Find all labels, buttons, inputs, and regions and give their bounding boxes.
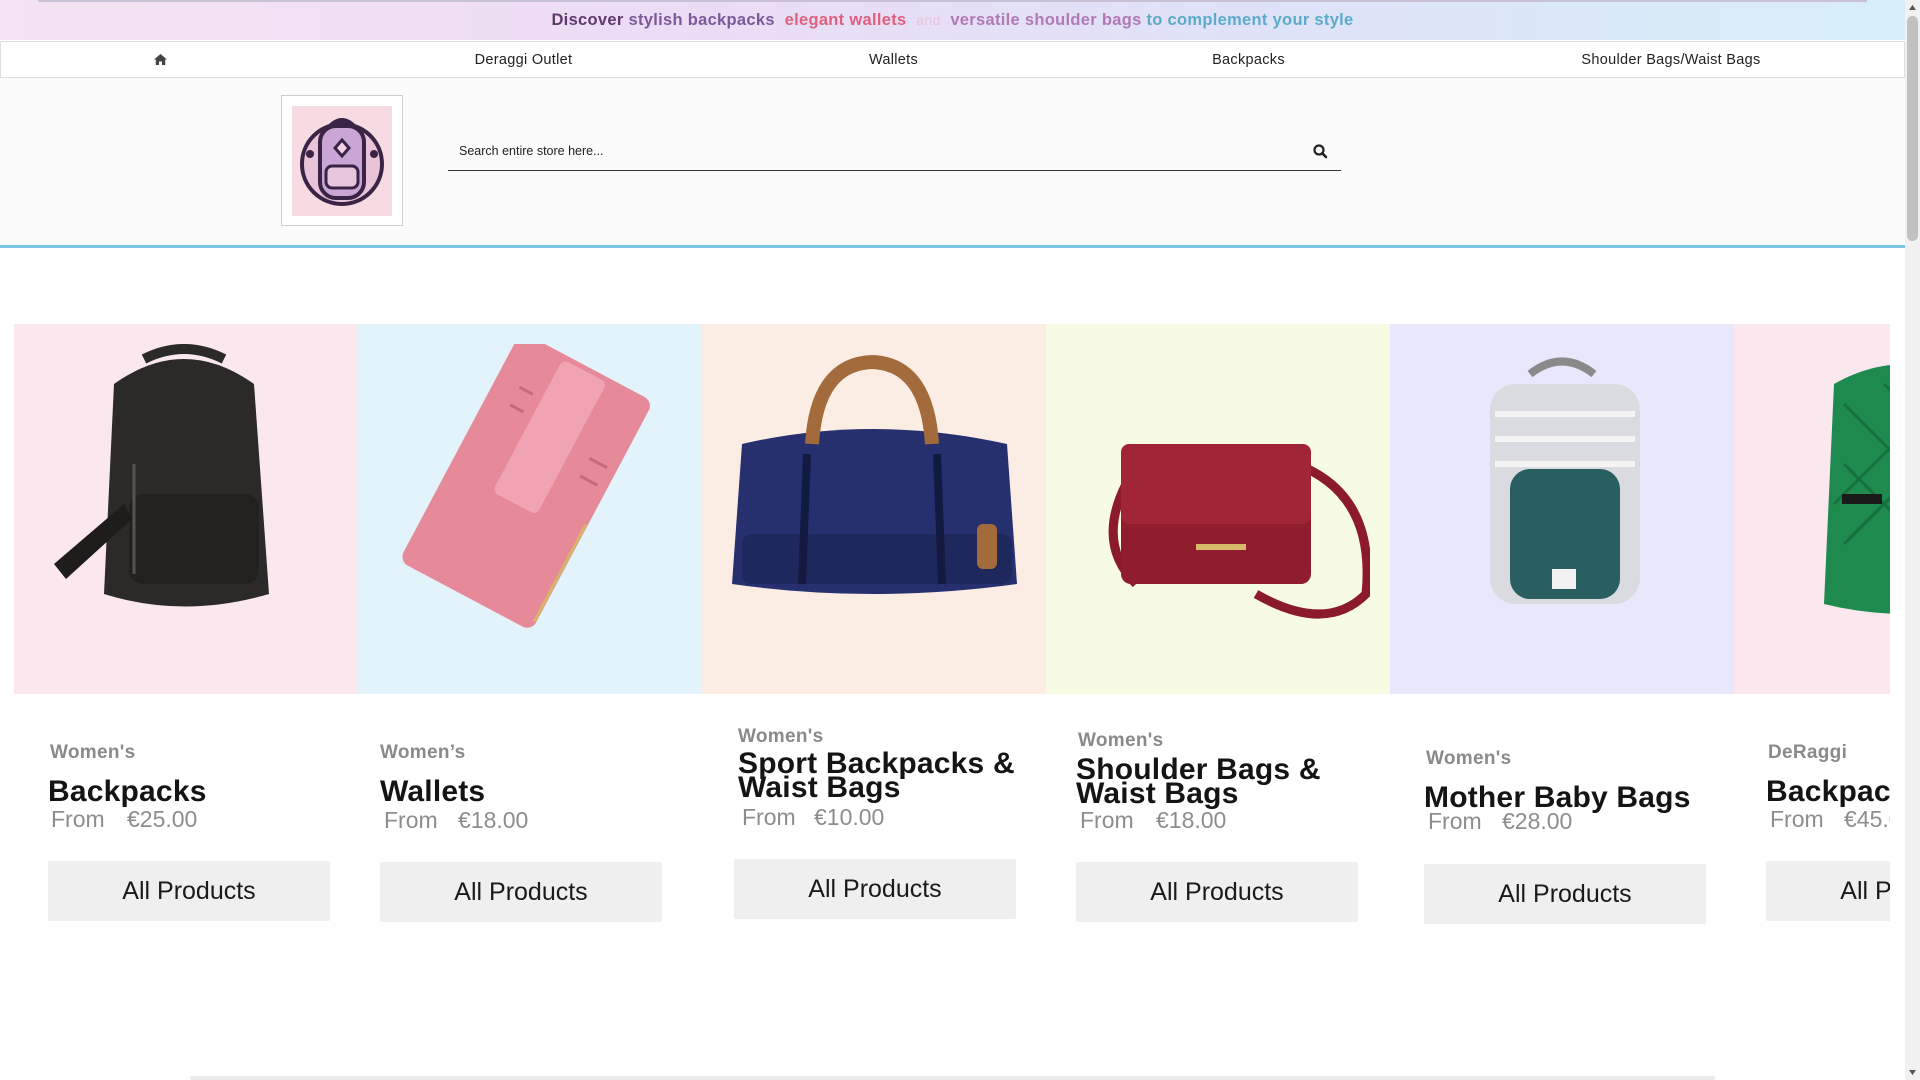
- promo-word-wallets: elegant wallets: [784, 10, 907, 29]
- category-carousel: Women's Backpacks From €25.00 All Produc…: [14, 324, 1890, 964]
- card-from-label: From: [51, 806, 105, 832]
- section-divider: [190, 1076, 1715, 1080]
- card-kicker: Women's: [1078, 730, 1164, 751]
- scroll-down-arrow-icon[interactable]: [1908, 1068, 1917, 1077]
- card-title: Sport Backpacks & Waist Bags: [738, 749, 1015, 803]
- card-from-label: From: [742, 804, 796, 830]
- promo-word-discover: Discover: [551, 10, 624, 29]
- category-card-deraggi-backpacks[interactable]: DeRaggi Backpacks From €45.00 All Produc…: [1734, 324, 1890, 964]
- promo-word-and: and: [916, 12, 941, 28]
- card-all-products-button[interactable]: All Products: [1766, 861, 1890, 921]
- card-title: Backpacks: [1766, 775, 1890, 808]
- card-kicker: DeRaggi: [1768, 742, 1848, 763]
- green-backpack-image: [1824, 365, 1890, 614]
- black-backpack-image: [54, 344, 269, 607]
- card-kicker: Women's: [50, 742, 136, 763]
- vertical-scrollbar[interactable]: [1905, 0, 1920, 1080]
- search-button[interactable]: [1311, 142, 1331, 162]
- home-icon: [153, 54, 167, 65]
- main-nav: Deraggi Outlet Wallets Backpacks Shoulde…: [0, 41, 1905, 78]
- card-kicker: Women's: [1426, 748, 1512, 769]
- card-all-products-button[interactable]: All Products: [380, 862, 662, 922]
- page: Discover stylish backpacks elegant walle…: [0, 0, 1920, 1080]
- card-from-label: From: [1770, 806, 1824, 832]
- navy-duffel-bag-image: [732, 354, 1017, 594]
- promo-word-shoulder-bags: versatile shoulder bags: [950, 10, 1142, 29]
- card-price: €28.00: [1502, 808, 1573, 834]
- promo-word-complement: to complement your style: [1146, 10, 1354, 29]
- card-price: €18.00: [1156, 807, 1227, 833]
- store-logo[interactable]: [281, 95, 403, 226]
- site-header: [0, 78, 1905, 248]
- promo-word-backpacks: stylish backpacks: [628, 10, 775, 29]
- nav-deraggi-outlet[interactable]: Deraggi Outlet: [396, 42, 651, 77]
- card-kicker: Women’s: [380, 742, 466, 763]
- card-title: Backpacks: [48, 775, 207, 808]
- card-all-products-button[interactable]: All Products: [1424, 864, 1706, 924]
- nav-wallets[interactable]: Wallets: [791, 42, 996, 77]
- search-bar: [448, 134, 1341, 171]
- card-price: €10.00: [814, 804, 885, 830]
- card-all-products-button[interactable]: All Products: [734, 859, 1016, 919]
- card-all-products-button[interactable]: All Products: [1076, 862, 1358, 922]
- promo-banner: Discover stylish backpacks elegant walle…: [0, 0, 1905, 40]
- nav-home[interactable]: [1, 42, 319, 77]
- red-shoulder-bag-image: [1108, 444, 1370, 619]
- scrollbar-thumb[interactable]: [1907, 16, 1918, 241]
- scroll-up-arrow-icon[interactable]: [1908, 3, 1917, 12]
- pink-wallet-image: [402, 344, 650, 628]
- card-all-products-button[interactable]: All Products: [48, 861, 330, 921]
- card-title: Wallets: [380, 775, 486, 808]
- card-title: Shoulder Bags & Waist Bags: [1076, 755, 1321, 809]
- nav-shoulder-waist-bags[interactable]: Shoulder Bags/Waist Bags: [1501, 42, 1841, 77]
- logo-backpack-emblem: [292, 106, 392, 216]
- category-card-sport-bags[interactable]: Women's Sport Backpacks & Waist Bags Fro…: [702, 324, 1046, 964]
- card-from-label: From: [1080, 807, 1134, 833]
- category-card-backpacks[interactable]: Women's Backpacks From €25.00 All Produc…: [14, 324, 358, 964]
- card-price: €25.00: [127, 806, 198, 832]
- search-icon: [1313, 144, 1328, 159]
- card-title: Mother Baby Bags: [1424, 781, 1691, 814]
- card-kicker: Women's: [738, 726, 824, 747]
- category-card-wallets[interactable]: Women’s Wallets From €18.00 All Products: [358, 324, 702, 964]
- category-card-mother-baby-bags[interactable]: Women's Mother Baby Bags From €28.00 All…: [1390, 324, 1734, 964]
- card-from-label: From: [384, 807, 438, 833]
- card-price: €18.00: [458, 807, 529, 833]
- card-from-label: From: [1428, 808, 1482, 834]
- search-input[interactable]: [448, 134, 1288, 168]
- nav-backpacks[interactable]: Backpacks: [1141, 42, 1356, 77]
- card-price: €45.00: [1844, 806, 1890, 832]
- diaper-backpack-image: [1490, 357, 1640, 604]
- promo-top-border: [38, 0, 1867, 2]
- category-card-shoulder-bags[interactable]: Women's Shoulder Bags & Waist Bags From …: [1046, 324, 1390, 964]
